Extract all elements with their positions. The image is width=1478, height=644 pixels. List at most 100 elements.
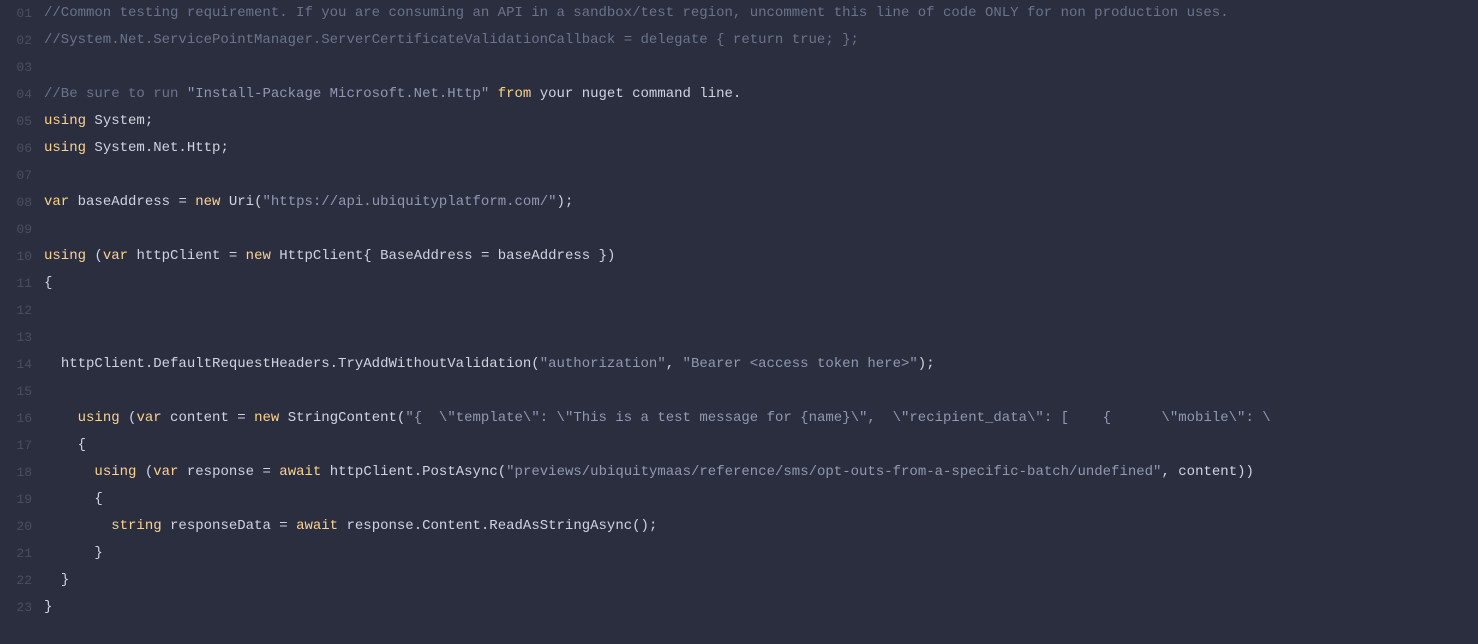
- token-punct: );: [918, 356, 935, 372]
- line-number-gutter: 0102030405060708091011121314151617181920…: [0, 0, 40, 644]
- token-keyword: var: [103, 248, 137, 264]
- token-punct: );: [557, 194, 574, 210]
- token-plain: [44, 437, 78, 453]
- line-number: 04: [0, 81, 32, 108]
- token-plain: [44, 572, 61, 588]
- token-string: "https://api.ubiquityplatform.com/": [262, 194, 556, 210]
- token-type: System.Net.Http: [94, 140, 220, 156]
- token-type: HttpClient: [279, 248, 363, 264]
- token-punct: {: [44, 275, 52, 291]
- token-punct: }): [599, 248, 616, 264]
- line-number: 08: [0, 189, 32, 216]
- token-keyword: await: [279, 464, 329, 480]
- code-line[interactable]: using System;: [44, 108, 1478, 135]
- line-number: 07: [0, 162, 32, 189]
- line-number: 05: [0, 108, 32, 135]
- token-comment: [489, 86, 497, 102]
- line-number: 15: [0, 378, 32, 405]
- token-punct: {: [363, 248, 380, 264]
- token-keyword: var: [153, 464, 187, 480]
- code-line[interactable]: [44, 378, 1478, 405]
- token-ident: baseAddress: [78, 194, 179, 210]
- line-number: 10: [0, 243, 32, 270]
- token-punct: (: [498, 464, 506, 480]
- token-punct: }: [94, 545, 102, 561]
- token-punct: {: [94, 491, 102, 507]
- line-number: 23: [0, 594, 32, 621]
- token-keyword: new: [254, 410, 288, 426]
- line-number: 20: [0, 513, 32, 540]
- line-number: 11: [0, 270, 32, 297]
- code-line[interactable]: }: [44, 567, 1478, 594]
- code-line[interactable]: using (var content = new StringContent("…: [44, 405, 1478, 432]
- code-area[interactable]: //Common testing requirement. If you are…: [40, 0, 1478, 644]
- code-line[interactable]: using System.Net.Http;: [44, 135, 1478, 162]
- token-plain: [44, 464, 94, 480]
- token-ident: response.Content.ReadAsStringAsync: [346, 518, 632, 534]
- line-number: 03: [0, 54, 32, 81]
- token-comment: [531, 86, 539, 102]
- code-line[interactable]: [44, 162, 1478, 189]
- token-keyword: new: [246, 248, 280, 264]
- line-number: 01: [0, 0, 32, 27]
- token-punct: ,: [666, 356, 683, 372]
- token-plain: [44, 356, 61, 372]
- token-keyword: var: [136, 410, 170, 426]
- line-number: 09: [0, 216, 32, 243]
- token-keyword: using: [78, 410, 128, 426]
- code-line[interactable]: //System.Net.ServicePointManager.ServerC…: [44, 27, 1478, 54]
- code-line[interactable]: using (var response = await httpClient.P…: [44, 459, 1478, 486]
- code-editor[interactable]: 0102030405060708091011121314151617181920…: [0, 0, 1478, 644]
- token-ident: httpClient: [136, 248, 228, 264]
- code-line[interactable]: httpClient.DefaultRequestHeaders.TryAddW…: [44, 351, 1478, 378]
- line-number: 21: [0, 540, 32, 567]
- line-number: 02: [0, 27, 32, 54]
- token-string: "Bearer <access token here>": [683, 356, 918, 372]
- token-punct: }: [44, 599, 52, 615]
- token-plain: [44, 545, 94, 561]
- line-number: 22: [0, 567, 32, 594]
- token-keyword: var: [44, 194, 78, 210]
- token-punct: =: [178, 194, 195, 210]
- token-ident: BaseAddress: [380, 248, 481, 264]
- token-keyword: using: [44, 140, 94, 156]
- token-comment: //Be sure to run: [44, 86, 187, 102]
- token-punct: (: [531, 356, 539, 372]
- code-line[interactable]: //Be sure to run "Install-Package Micros…: [44, 81, 1478, 108]
- code-line[interactable]: [44, 297, 1478, 324]
- code-line[interactable]: var baseAddress = new Uri("https://api.u…: [44, 189, 1478, 216]
- token-ident: response: [187, 464, 263, 480]
- token-ident: responseData: [170, 518, 279, 534]
- token-string: "authorization": [540, 356, 666, 372]
- line-number: 16: [0, 405, 32, 432]
- token-punct: ;: [220, 140, 228, 156]
- token-punct: (: [94, 248, 102, 264]
- code-line[interactable]: }: [44, 594, 1478, 621]
- token-ident: your nuget command line.: [540, 86, 742, 102]
- code-line[interactable]: using (var httpClient = new HttpClient{ …: [44, 243, 1478, 270]
- token-type: StringContent: [288, 410, 397, 426]
- token-punct: ();: [632, 518, 657, 534]
- code-line[interactable]: {: [44, 432, 1478, 459]
- code-line[interactable]: {: [44, 486, 1478, 513]
- code-line[interactable]: [44, 324, 1478, 351]
- token-type: Uri: [229, 194, 254, 210]
- token-string: "previews/ubiquitymaas/reference/sms/opt…: [506, 464, 1161, 480]
- code-line[interactable]: {: [44, 270, 1478, 297]
- code-line[interactable]: //Common testing requirement. If you are…: [44, 0, 1478, 27]
- code-line[interactable]: }: [44, 540, 1478, 567]
- token-type: System: [94, 113, 144, 129]
- line-number: 19: [0, 486, 32, 513]
- code-line[interactable]: string responseData = await response.Con…: [44, 513, 1478, 540]
- token-keyword: using: [44, 248, 94, 264]
- line-number: 18: [0, 459, 32, 486]
- token-keyword: string: [111, 518, 170, 534]
- token-ident: content: [1178, 464, 1237, 480]
- token-plain: [44, 410, 78, 426]
- code-line[interactable]: [44, 54, 1478, 81]
- token-punct: ,: [1161, 464, 1178, 480]
- token-comment: //System.Net.ServicePointManager.ServerC…: [44, 32, 859, 48]
- code-line[interactable]: [44, 216, 1478, 243]
- token-keyword: await: [296, 518, 346, 534]
- token-ident: content: [170, 410, 237, 426]
